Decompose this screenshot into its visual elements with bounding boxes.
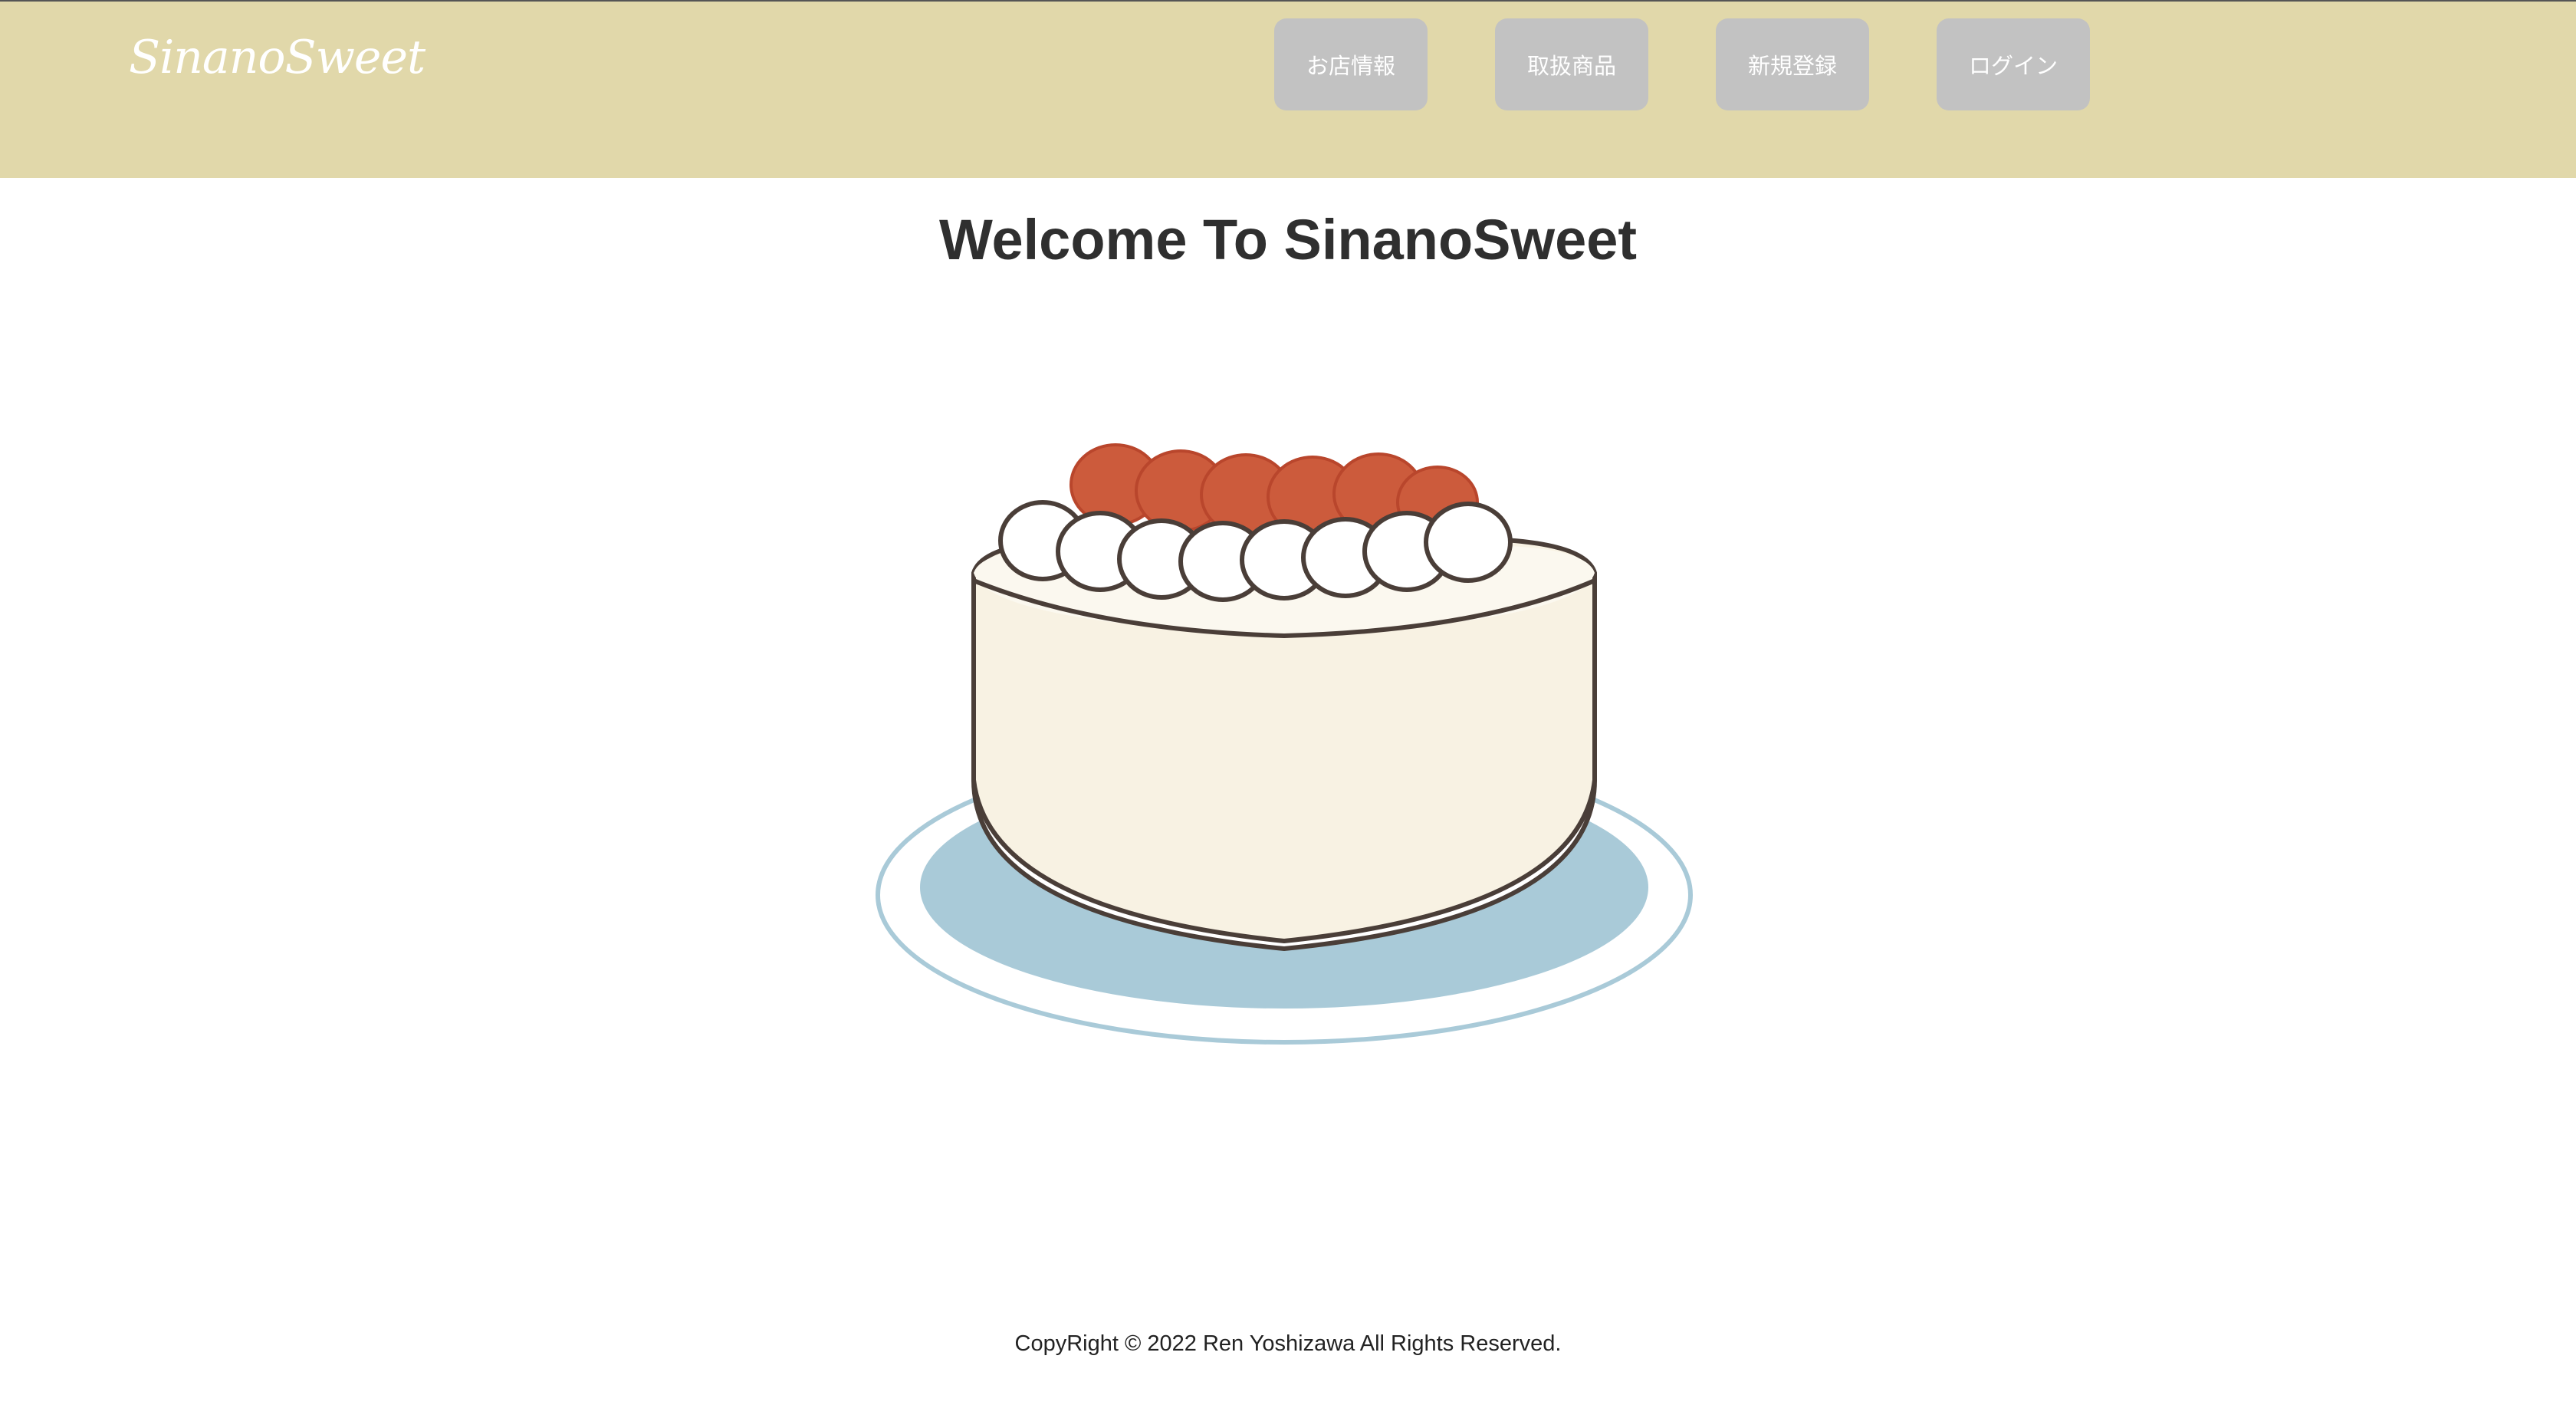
nav-button-shop-info[interactable]: お店情報 (1274, 18, 1428, 110)
site-header: SinanoSweet お店情報 取扱商品 新規登録 ログイン (0, 2, 2576, 178)
nav-button-register[interactable]: 新規登録 (1716, 18, 1869, 110)
cake-illustration (876, 443, 1693, 1045)
footer-copyright: CopyRight © 2022 Ren Yoshizawa All Right… (1014, 1331, 1562, 1356)
nav-button-login[interactable]: ログイン (1937, 18, 2090, 110)
nav-button-products[interactable]: 取扱商品 (1495, 18, 1648, 110)
page-title: Welcome To SinanoSweet (938, 208, 1638, 271)
page: SinanoSweet お店情報 取扱商品 新規登録 ログイン Welcome … (0, 0, 2576, 1405)
site-logo[interactable]: SinanoSweet (129, 31, 426, 84)
